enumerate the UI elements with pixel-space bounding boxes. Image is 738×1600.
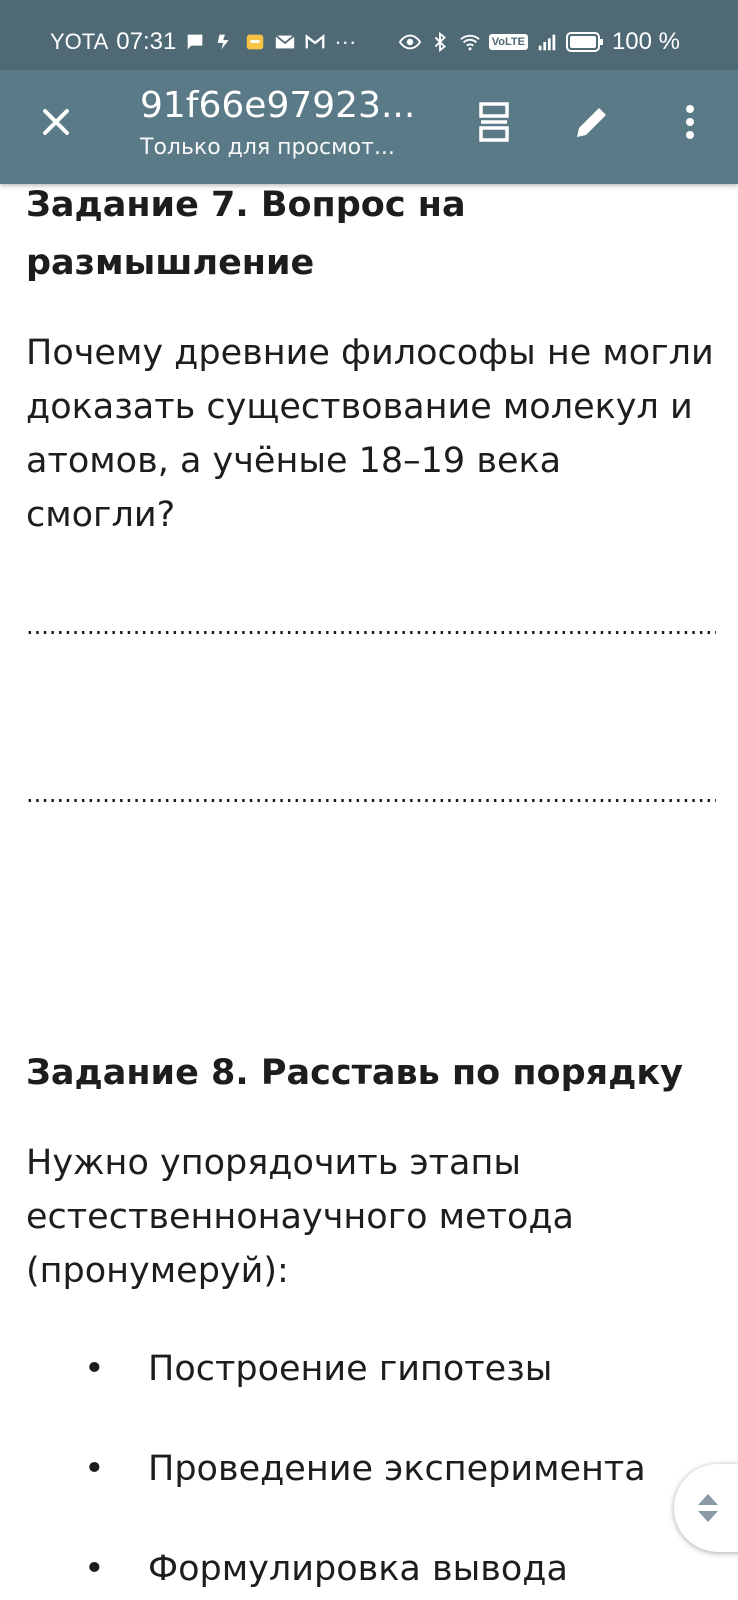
wifi-icon [459,34,480,51]
bullet-icon: • [84,1349,105,1389]
app-notification-icon [217,34,229,50]
more-vert-icon [686,105,694,139]
gmail-icon [305,34,325,49]
calendar-notification-icon [247,34,264,50]
answer-lines-1: ........................................… [26,612,716,640]
list-item-text: Проведение эксперимента [148,1449,646,1489]
bullet-icon: • [84,1449,105,1489]
view-only-subtitle: Только для просмот... [140,135,395,160]
eye-icon [398,34,421,50]
time-label: 07:31 [116,28,177,55]
close-icon [43,109,69,135]
pencil-icon [577,108,606,137]
reflow-button[interactable] [468,96,520,148]
bullet-icon: • [84,1549,105,1589]
battery-icon [565,32,603,52]
signal-icon [538,34,556,51]
scroll-handle-icon [698,1494,718,1522]
mail-icon [275,34,296,49]
task8-heading: Задание 8. Расставь по порядку [26,1053,683,1093]
document-content: Задание 7. Вопрос на размышление Почему … [26,176,716,1596]
list-item: • Построение гипотезы [26,1342,716,1396]
chat-notification-icon [187,34,203,50]
task8-intro: Нужно упорядочить этапы естественнонаучн… [26,1143,575,1291]
close-button[interactable] [30,96,82,148]
battery-percent: 100 % [611,28,680,55]
list-item: • Проведение эксперимента [26,1442,716,1496]
list-item-text: Построение гипотезы [148,1349,553,1389]
reflow-icon [479,102,509,142]
list-item-text: Формулировка вывода [148,1549,568,1589]
bluetooth-icon [434,31,446,53]
app-bar: 91f66e97923... Только для просмот... [0,70,738,184]
answer-lines-2: ........................................… [26,780,716,808]
volte-badge: VoLTE [488,34,528,50]
more-notifications: ··· [334,29,357,54]
list-item: • Формулировка вывода [26,1542,716,1596]
more-options-button[interactable] [664,96,716,148]
carrier-label: YOTA [50,29,109,54]
edit-button[interactable] [566,96,618,148]
steps-list: • Построение гипотезы • Проведение экспери… [26,1342,716,1596]
task7-heading: Задание 7. Вопрос на размышление [26,185,466,283]
status-bar: YOTA 07:31 ··· VoLTE 100 % [0,0,738,70]
document-title: 91f66e97923... [140,85,416,126]
task7-question: Почему древние философы не могли доказат… [26,333,714,535]
